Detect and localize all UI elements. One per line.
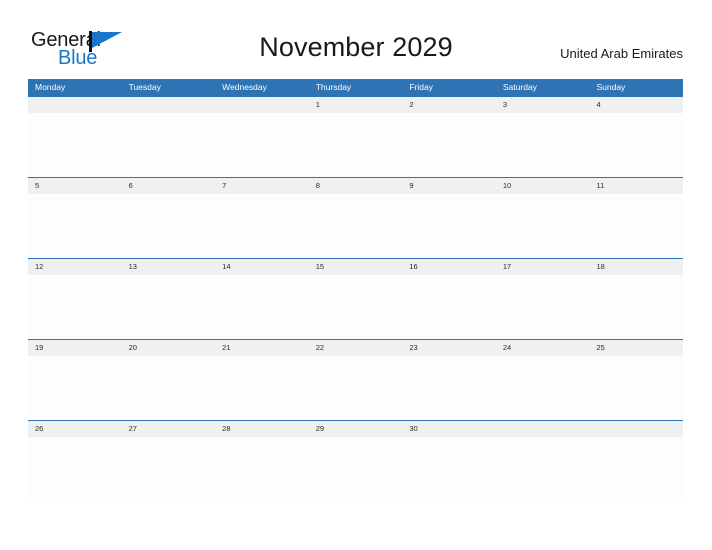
- day-cell[interactable]: 12: [28, 259, 122, 275]
- week-day-numbers: 1 2 3 4: [28, 97, 683, 113]
- week-row: 5 6 7 8 9 10 11: [28, 177, 683, 258]
- week-row: 1 2 3 4: [28, 96, 683, 177]
- weekday-header-wednesday: Wednesday: [222, 82, 267, 92]
- day-cell[interactable]: 30: [402, 421, 496, 437]
- weekday-header-thursday: Thursday: [315, 82, 352, 92]
- day-cell[interactable]: 7: [215, 178, 309, 194]
- day-cell[interactable]: 18: [589, 259, 683, 275]
- day-cell[interactable]: 2: [402, 97, 496, 113]
- weekday-header-tuesday: Tuesday: [128, 82, 161, 92]
- week-notes-area[interactable]: [28, 437, 683, 501]
- day-cell[interactable]: 15: [309, 259, 403, 275]
- calendar-page: General Blue November 2029 United Arab E…: [0, 0, 712, 550]
- day-cell[interactable]: 24: [496, 340, 590, 356]
- day-cell[interactable]: [215, 97, 309, 113]
- day-cell[interactable]: 27: [122, 421, 216, 437]
- week-day-numbers: 12 13 14 15 16 17 18: [28, 259, 683, 275]
- day-cell[interactable]: 5: [28, 178, 122, 194]
- week-row: 19 20 21 22 23 24 25: [28, 339, 683, 420]
- week-notes-area[interactable]: [28, 194, 683, 258]
- day-cell[interactable]: 19: [28, 340, 122, 356]
- day-cell[interactable]: 29: [309, 421, 403, 437]
- day-cell[interactable]: 14: [215, 259, 309, 275]
- day-cell[interactable]: 9: [402, 178, 496, 194]
- day-cell[interactable]: 8: [309, 178, 403, 194]
- weekday-header-monday: Monday: [35, 82, 66, 92]
- week-day-numbers: 5 6 7 8 9 10 11: [28, 178, 683, 194]
- day-cell[interactable]: 10: [496, 178, 590, 194]
- day-cell[interactable]: [496, 421, 590, 437]
- day-cell[interactable]: 22: [309, 340, 403, 356]
- day-cell[interactable]: 4: [589, 97, 683, 113]
- region-label: United Arab Emirates: [560, 46, 683, 61]
- weekday-header-row: Monday Tuesday Wednesday Thursday Friday…: [28, 79, 683, 96]
- calendar-table: Monday Tuesday Wednesday Thursday Friday…: [28, 79, 683, 501]
- weekday-header-sunday: Sunday: [596, 82, 626, 92]
- day-cell[interactable]: 16: [402, 259, 496, 275]
- day-cell[interactable]: 17: [496, 259, 590, 275]
- week-row: 12 13 14 15 16 17 18: [28, 258, 683, 339]
- week-day-numbers: 19 20 21 22 23 24 25: [28, 340, 683, 356]
- week-notes-area[interactable]: [28, 275, 683, 339]
- week-notes-area[interactable]: [28, 356, 683, 420]
- week-row: 26 27 28 29 30: [28, 420, 683, 501]
- day-cell[interactable]: 21: [215, 340, 309, 356]
- weekday-header-friday: Friday: [409, 82, 433, 92]
- day-cell[interactable]: 28: [215, 421, 309, 437]
- day-cell[interactable]: 25: [589, 340, 683, 356]
- day-cell[interactable]: [589, 421, 683, 437]
- page-header: General Blue November 2029 United Arab E…: [0, 0, 712, 79]
- day-cell[interactable]: [122, 97, 216, 113]
- week-day-numbers: 26 27 28 29 30: [28, 421, 683, 437]
- day-cell[interactable]: 23: [402, 340, 496, 356]
- day-cell[interactable]: 11: [589, 178, 683, 194]
- day-cell[interactable]: 26: [28, 421, 122, 437]
- day-cell[interactable]: 3: [496, 97, 590, 113]
- day-cell[interactable]: 6: [122, 178, 216, 194]
- day-cell[interactable]: [28, 97, 122, 113]
- day-cell[interactable]: 13: [122, 259, 216, 275]
- weekday-header-saturday: Saturday: [502, 82, 537, 92]
- week-notes-area[interactable]: [28, 113, 683, 177]
- day-cell[interactable]: 1: [309, 97, 403, 113]
- day-cell[interactable]: 20: [122, 340, 216, 356]
